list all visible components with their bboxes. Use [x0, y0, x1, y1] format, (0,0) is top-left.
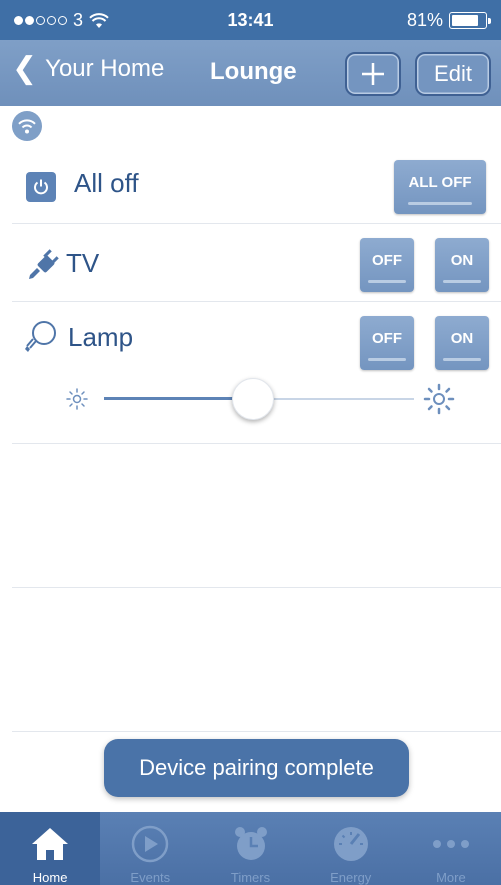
lamp-label: Lamp — [68, 322, 134, 352]
slider-track[interactable] — [104, 378, 414, 420]
power-icon — [26, 172, 56, 202]
empty-row — [12, 444, 501, 588]
slider-fill — [104, 397, 253, 400]
back-button[interactable]: ❮ Your Home — [12, 54, 164, 84]
plug-icon — [29, 249, 59, 279]
more-dots-icon — [432, 840, 469, 848]
battery-icon — [449, 12, 491, 29]
all-off-label: All off — [74, 168, 139, 198]
tab-events-label: Events — [130, 870, 171, 885]
battery-fill — [452, 15, 478, 26]
tab-timers[interactable]: Timers — [200, 812, 300, 885]
tab-events[interactable]: Events — [100, 812, 200, 885]
page-title: Lounge — [210, 58, 297, 85]
lightbulb-icon — [25, 321, 56, 352]
add-button[interactable] — [345, 52, 401, 96]
tab-home[interactable]: Home — [0, 812, 101, 885]
tv-off-button[interactable]: OFF — [360, 238, 414, 292]
tab-home-label: Home — [32, 870, 68, 885]
chevron-left-icon: ❮ — [12, 52, 38, 85]
home-icon — [32, 828, 69, 860]
lamp-on-button[interactable]: ON — [435, 316, 489, 370]
tab-timers-label: Timers — [230, 870, 271, 885]
tv-label: TV — [66, 248, 100, 278]
tab-more-label: More — [436, 870, 466, 885]
device-row-tv: TV OFF ON — [12, 224, 501, 302]
gauge-icon — [333, 827, 368, 861]
tab-energy-label: Energy — [330, 870, 372, 885]
all-off-button[interactable]: ALL OFF — [394, 160, 486, 214]
alarm-clock-icon — [234, 827, 267, 860]
wifi-hub-icon[interactable] — [12, 111, 42, 141]
wifi-icon — [18, 119, 36, 134]
edit-button[interactable]: Edit — [415, 52, 491, 96]
navigation-bar: ❮ Your Home Lounge Edit — [0, 40, 501, 106]
brightness-high-icon — [423, 383, 455, 415]
brightness-low-icon — [66, 388, 88, 410]
tab-energy[interactable]: Energy — [301, 812, 401, 885]
tab-bar: Home Events Timers Energy More — [0, 812, 501, 885]
back-button-label: Your Home — [45, 55, 165, 82]
battery-percent: 81% — [406, 10, 443, 30]
lamp-off-button[interactable]: OFF — [360, 316, 414, 370]
status-bar: 3 13:41 81% — [0, 0, 501, 40]
brightness-slider[interactable] — [12, 372, 501, 422]
plus-icon — [362, 63, 384, 85]
play-icon — [132, 825, 169, 863]
slider-handle[interactable] — [231, 378, 274, 420]
tv-on-button[interactable]: ON — [435, 238, 489, 292]
tab-more[interactable]: More — [401, 812, 501, 885]
battery-status: 81% — [406, 10, 491, 31]
device-row-all-off: All off ALL OFF — [12, 150, 501, 224]
device-row-lamp: Lamp OFF ON — [12, 302, 501, 444]
toast-message: Device pairing complete — [104, 739, 409, 797]
empty-row — [12, 588, 501, 732]
